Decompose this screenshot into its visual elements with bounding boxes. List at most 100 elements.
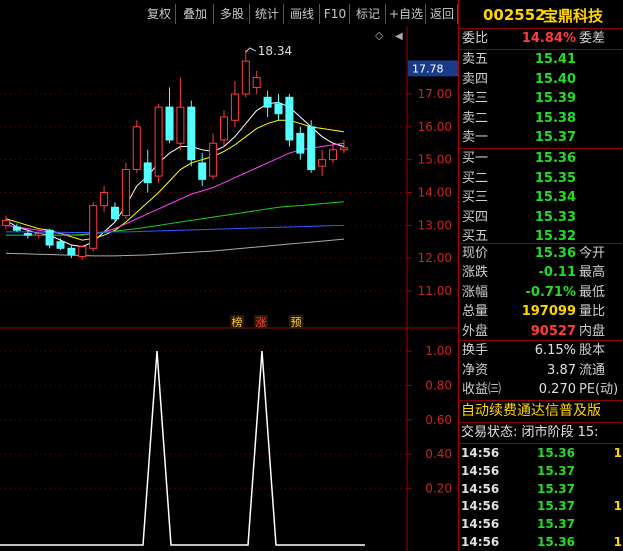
quote-right-label: 今开 — [579, 246, 606, 261]
candle-body — [318, 159, 327, 167]
candle-body — [121, 169, 130, 216]
sells-level-label: 卖四 — [462, 71, 489, 87]
weibi-label: 委比 — [462, 31, 489, 46]
sells-level-row[interactable]: 卖五 15.41 — [459, 50, 623, 70]
tick-price: 15.37 — [537, 499, 575, 514]
candle-body — [143, 162, 152, 184]
fundamental-right-label: 股本 — [579, 343, 606, 358]
candle-body — [165, 106, 174, 141]
tick-price: 15.36 — [537, 535, 575, 549]
tick-row[interactable]: 14:56 15.36 1 — [459, 444, 623, 462]
fundamental-right-label: 流通 — [579, 362, 606, 378]
toolbar-button-7[interactable]: +自选 — [387, 4, 426, 24]
promo-banner[interactable]: 自动续费通达信普及版 — [461, 401, 623, 422]
price-tick-label: 17.00 — [418, 87, 452, 101]
sells-level-row[interactable]: 卖三 15.39 — [459, 89, 623, 109]
stock-name: 宝鼎科技 — [543, 7, 604, 25]
candle-body — [263, 96, 272, 108]
indicator-tick-label: 1.00 — [425, 344, 452, 358]
toolbar-button-8[interactable]: 返回 — [427, 4, 458, 24]
sells-level-row[interactable]: 卖一 15.37 — [459, 128, 623, 148]
fundamental-row: 净资 3.87 流通 — [459, 361, 623, 381]
price-tick-label: 12.00 — [418, 251, 452, 265]
toolbar-button-1[interactable]: 叠加 — [177, 4, 214, 24]
toolbar-button-4[interactable]: 画线 — [285, 4, 320, 24]
candle-body — [329, 149, 337, 161]
moving-average-line — [5, 142, 344, 236]
quote-row: 现价 15.36 今开 — [459, 244, 623, 264]
tick-volume: 1 — [613, 535, 622, 549]
weibi-row: 委比 14.84% 委差 — [459, 29, 623, 49]
price-tick-label: 16.00 — [418, 120, 452, 134]
toolbar-button-6[interactable]: 标记 — [351, 4, 386, 24]
candlestick-chart[interactable]: 17.00 16.00 15.00 14.00 13.00 12.00 11.00 17.78… — [0, 26, 458, 551]
candle-body — [252, 77, 261, 88]
tick-volume: 1 — [613, 446, 622, 460]
indicator-tick-label: 0.40 — [425, 447, 452, 461]
buys-level-row[interactable]: 买四 15.33 — [459, 208, 623, 228]
tick-volume: 1 — [613, 499, 622, 514]
tick-row[interactable]: 14:56 15.37 1 — [459, 497, 623, 515]
quote-value: -0.71% — [525, 284, 577, 300]
tick-price: 15.37 — [537, 517, 575, 532]
buys-level-row[interactable]: 买一 15.36 — [459, 149, 623, 169]
candle-body — [132, 126, 141, 171]
tick-price: 15.37 — [537, 481, 575, 496]
toolbar-button-5[interactable]: F10 — [321, 4, 350, 24]
quote-label: 现价 — [462, 246, 489, 261]
price-tick-label: 14.00 — [418, 185, 452, 199]
buys-level-row[interactable]: 买三 15.34 — [459, 188, 623, 208]
sells-level-row[interactable]: 卖四 15.40 — [459, 70, 623, 90]
price-tick-label: 11.00 — [418, 284, 452, 298]
tick-time: 14:56 — [461, 499, 500, 514]
toolbar-button-3[interactable]: 统计 — [251, 4, 284, 24]
tick-row[interactable]: 14:56 15.37 — [459, 462, 623, 480]
sells-level-price: 15.40 — [534, 71, 576, 87]
candle-body — [307, 126, 316, 171]
quote-right-label: 最高 — [579, 265, 606, 281]
candle-body — [296, 132, 305, 154]
sells-level-row[interactable]: 卖二 15.38 — [459, 109, 623, 129]
weicha-label: 委差 — [579, 31, 606, 46]
candle-body — [2, 219, 10, 226]
candle-body — [89, 205, 98, 249]
sells-level-label: 卖二 — [462, 110, 489, 126]
tick-row[interactable]: 14:56 15.37 — [459, 515, 623, 533]
tick-row[interactable]: 14:56 15.37 — [459, 480, 623, 498]
marker-label: 榜 — [232, 315, 243, 329]
quote-label: 涨幅 — [462, 284, 489, 300]
collapse-icon: ◀ — [395, 31, 403, 42]
quote-value: 90527 — [530, 323, 576, 339]
quote-right-label: 最低 — [579, 284, 606, 300]
quote-panel: 002552 宝鼎科技 委比 14.84% 委差 卖五 15.41 卖四 15.40 卖… — [458, 0, 623, 551]
candle-body — [154, 106, 163, 177]
tick-row[interactable]: 14:56 15.36 1 — [459, 533, 623, 551]
quote-label: 涨跌 — [462, 265, 489, 281]
high-pointer — [245, 47, 257, 53]
quote-value: 15.36 — [534, 246, 576, 261]
stock-header: 002552 宝鼎科技 — [459, 0, 623, 30]
buys-level-row[interactable]: 买二 15.35 — [459, 169, 623, 189]
candle-body — [100, 191, 109, 207]
candle-body — [187, 106, 196, 161]
trade-status: 交易状态: 闭市阶段 15: — [461, 425, 599, 440]
high-annotation: 18.34 — [258, 44, 292, 58]
price-tick-label: 13.00 — [418, 218, 452, 232]
sells-level-price: 15.39 — [534, 91, 576, 106]
buys-level-price: 15.35 — [534, 170, 576, 186]
tick-time: 14:56 — [461, 481, 500, 496]
quote-label: 总量 — [462, 304, 489, 320]
candle-body — [230, 93, 239, 121]
tick-time: 14:56 — [461, 517, 500, 532]
candle-body — [241, 60, 250, 95]
fundamental-row: 收益㈢ 0.270 PE(动) — [459, 380, 623, 400]
chart-toolbar: 复权 叠加 多股 统计 画线 F10 标记 +自选 返回 — [0, 0, 458, 26]
tick-time: 14:56 — [461, 446, 500, 460]
fundamental-row: 换手 6.15% 股本 — [459, 341, 623, 361]
toolbar-button-2[interactable]: 多股 — [215, 4, 250, 24]
indicator-tick-label: 0.60 — [425, 413, 452, 427]
toolbar-button-0[interactable]: 复权 — [143, 4, 176, 24]
current-price-label: 17.78 — [412, 62, 444, 75]
diamond-icon: ◇ — [375, 29, 384, 42]
sells-level-price: 15.38 — [534, 110, 576, 126]
